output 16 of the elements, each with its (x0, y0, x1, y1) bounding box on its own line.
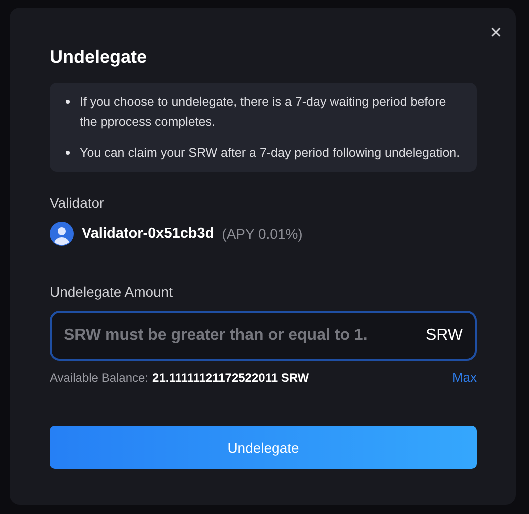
close-button[interactable]: × (488, 24, 504, 42)
info-text: You can claim your SRW after a 7-day period following undelegation. (80, 145, 460, 162)
balance-value: 21.11111121172522011 SRW (152, 370, 310, 384)
bullet-icon (66, 100, 70, 104)
bullet-icon (66, 151, 70, 155)
undelegate-button[interactable]: Undelegate (50, 426, 477, 469)
unit-text: SRW (426, 326, 463, 346)
validator-name: Validator-0x51cb3d (82, 226, 214, 242)
max-link[interactable]: Max (452, 370, 477, 385)
apy-text: (APY 0.01%) (222, 226, 303, 242)
validator-label: Validator (50, 194, 106, 212)
info-text: If you choose to undelegate, there is a 7-day waiting period before the pprocess completes. (80, 94, 448, 131)
balance-label: Available Balance: (50, 370, 149, 384)
avatar-icon (50, 222, 74, 246)
dialog-title: Undelegate (50, 46, 148, 68)
amount-label: Undelegate Amount (50, 283, 174, 301)
